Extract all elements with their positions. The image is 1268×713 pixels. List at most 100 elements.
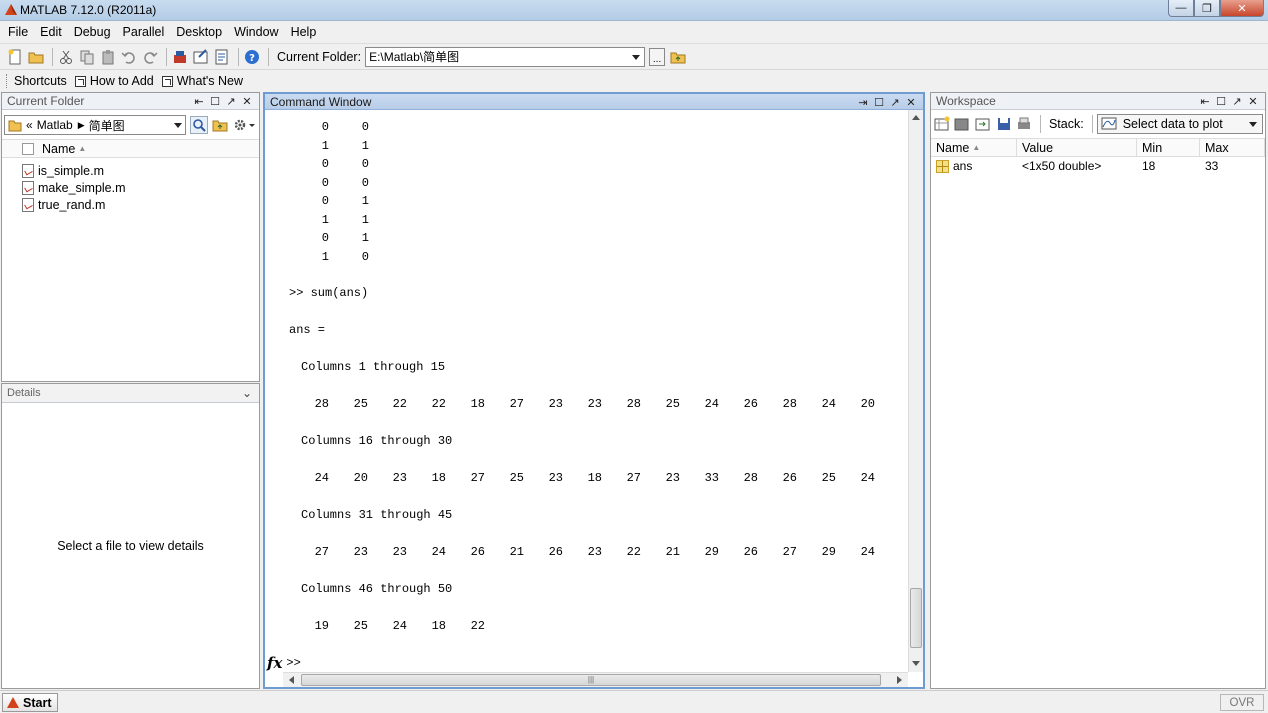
current-folder-header: Current Folder ⇤ ☐ ↗ ✕ (2, 93, 259, 110)
scroll-down-icon[interactable] (912, 661, 920, 666)
horizontal-scrollbar[interactable]: ||| (283, 672, 908, 687)
start-button[interactable]: Start (2, 693, 59, 712)
max-column-header[interactable]: Max (1200, 139, 1265, 156)
output-value: 23 (665, 471, 680, 485)
redo-button[interactable] (141, 48, 159, 66)
menu-window[interactable]: Window (228, 22, 284, 42)
gear-icon (234, 119, 256, 131)
whats-new-link[interactable]: What's New (161, 74, 243, 88)
main-toolbar: ? Current Folder: E:\Matlab\简单图 ... (0, 43, 1268, 70)
menu-parallel[interactable]: Parallel (117, 22, 171, 42)
undock-icon[interactable]: ↗ (223, 94, 239, 108)
guide-button[interactable] (192, 48, 210, 66)
folder-path-combo[interactable]: « Matlab ▶ 简单图 (4, 115, 187, 135)
workspace-row[interactable]: ans <1x50 double> 18 33 (931, 157, 1265, 175)
output-value: 0 (361, 249, 369, 264)
details-header[interactable]: Details ⌄ (2, 384, 259, 403)
plot-selector[interactable]: Select data to plot (1096, 114, 1263, 134)
scroll-left-icon[interactable] (289, 676, 294, 684)
maximize-panel-icon[interactable]: ☐ (1213, 94, 1229, 108)
import-data-button[interactable] (974, 115, 992, 133)
ans-label: ans = (289, 323, 326, 337)
window-controls: — ❐ ✕ (1168, 0, 1264, 18)
new-variable-button[interactable] (933, 115, 951, 133)
path-segment-matlab[interactable]: Matlab (37, 118, 73, 132)
path-segment-sub[interactable]: 简单图 (89, 117, 125, 134)
maximize-panel-icon[interactable]: ☐ (871, 95, 887, 109)
output-value: 25 (353, 397, 368, 411)
folder-actions-button[interactable] (232, 116, 256, 134)
output-value: 27 (626, 471, 641, 485)
print-button[interactable] (1015, 115, 1033, 133)
open-selection-button[interactable] (954, 115, 972, 133)
undock-icon[interactable]: ↗ (887, 95, 903, 109)
new-file-button[interactable] (6, 48, 24, 66)
checkbox-icon[interactable] (22, 142, 34, 155)
vertical-scrollbar[interactable] (908, 110, 923, 672)
scroll-up-icon[interactable] (912, 115, 920, 120)
close-panel-icon[interactable]: ✕ (239, 94, 255, 108)
fx-icon[interactable]: fx (267, 654, 282, 672)
command-window-title: Command Window (270, 94, 372, 109)
details-panel: Details ⌄ Select a file to view details (1, 383, 260, 689)
workspace-panel: Workspace ⇤ ☐ ↗ ✕ Stack: Select data to … (930, 92, 1266, 689)
profiler-button[interactable] (213, 48, 231, 66)
menu-file[interactable]: File (2, 22, 34, 42)
paste-button[interactable] (99, 48, 117, 66)
minimize-panel-icon[interactable]: ⇤ (1197, 94, 1213, 108)
menu-debug[interactable]: Debug (68, 22, 117, 42)
output-value: 24 (392, 619, 407, 633)
open-file-button[interactable] (27, 48, 45, 66)
variable-value: <1x50 double> (1022, 159, 1102, 173)
shortcuts-label[interactable]: Shortcuts (14, 74, 67, 88)
close-button[interactable]: ✕ (1220, 0, 1264, 17)
how-to-add-link[interactable]: How to Add (74, 74, 154, 88)
minimize-panel-icon[interactable]: ⇥ (855, 95, 871, 109)
value-column-header[interactable]: Value (1017, 139, 1137, 156)
maximize-button[interactable]: ❐ (1194, 0, 1220, 17)
open-folder-icon (28, 52, 44, 63)
minimize-button[interactable]: — (1168, 0, 1194, 17)
chevron-down-icon[interactable]: ⌄ (242, 386, 252, 400)
command-prompt[interactable]: fx >> (267, 654, 301, 672)
close-panel-icon[interactable]: ✕ (903, 95, 919, 109)
menu-edit[interactable]: Edit (34, 22, 68, 42)
undock-icon[interactable]: ↗ (1229, 94, 1245, 108)
cut-button[interactable] (57, 48, 75, 66)
file-item[interactable]: is_simple.m (22, 163, 104, 179)
columns-header: Columns 16 through 30 (301, 434, 453, 448)
browse-folder-button[interactable]: ... (649, 47, 666, 66)
min-column-header[interactable]: Min (1137, 139, 1200, 156)
maximize-panel-icon[interactable]: ☐ (207, 94, 223, 108)
m-file-icon (22, 181, 34, 195)
current-folder-combo[interactable]: E:\Matlab\简单图 (365, 46, 646, 67)
title-bar: MATLAB 7.12.0 (R2011a) — ❐ ✕ (0, 0, 1268, 21)
up-folder-button[interactable] (211, 116, 229, 134)
file-item[interactable]: true_rand.m (22, 197, 105, 213)
simulink-button[interactable] (171, 48, 189, 66)
command-output[interactable]: 0 0 1 1 0 0 0 0 0 1 1 1 0 1 1 0 >> sum(ans) ans = Columns … (267, 112, 907, 665)
scroll-thumb[interactable]: ||| (301, 674, 881, 686)
menu-help[interactable]: Help (285, 22, 323, 42)
toolbar-separator (52, 47, 53, 66)
undo-button[interactable] (120, 48, 138, 66)
variable-name: ans (953, 159, 973, 173)
menu-desktop[interactable]: Desktop (170, 22, 228, 42)
search-button[interactable] (190, 116, 209, 134)
breadcrumb-arrow-icon: ▶ (77, 119, 85, 130)
copy-icon (80, 50, 94, 64)
file-name: is_simple.m (38, 164, 104, 178)
close-panel-icon[interactable]: ✕ (1245, 94, 1261, 108)
file-item[interactable]: make_simple.m (22, 180, 126, 196)
output-value: 33 (704, 471, 719, 485)
plot-icon (1101, 117, 1117, 130)
copy-button[interactable] (78, 48, 96, 66)
name-column-header[interactable]: Name (42, 142, 75, 156)
scroll-thumb[interactable] (910, 588, 922, 648)
parent-folder-button[interactable] (669, 48, 687, 66)
help-button[interactable]: ? (243, 48, 261, 66)
minimize-panel-icon[interactable]: ⇤ (191, 94, 207, 108)
save-button[interactable] (995, 115, 1013, 133)
name-column-header[interactable]: Name ▲ (931, 139, 1017, 156)
scroll-right-icon[interactable] (897, 676, 902, 684)
